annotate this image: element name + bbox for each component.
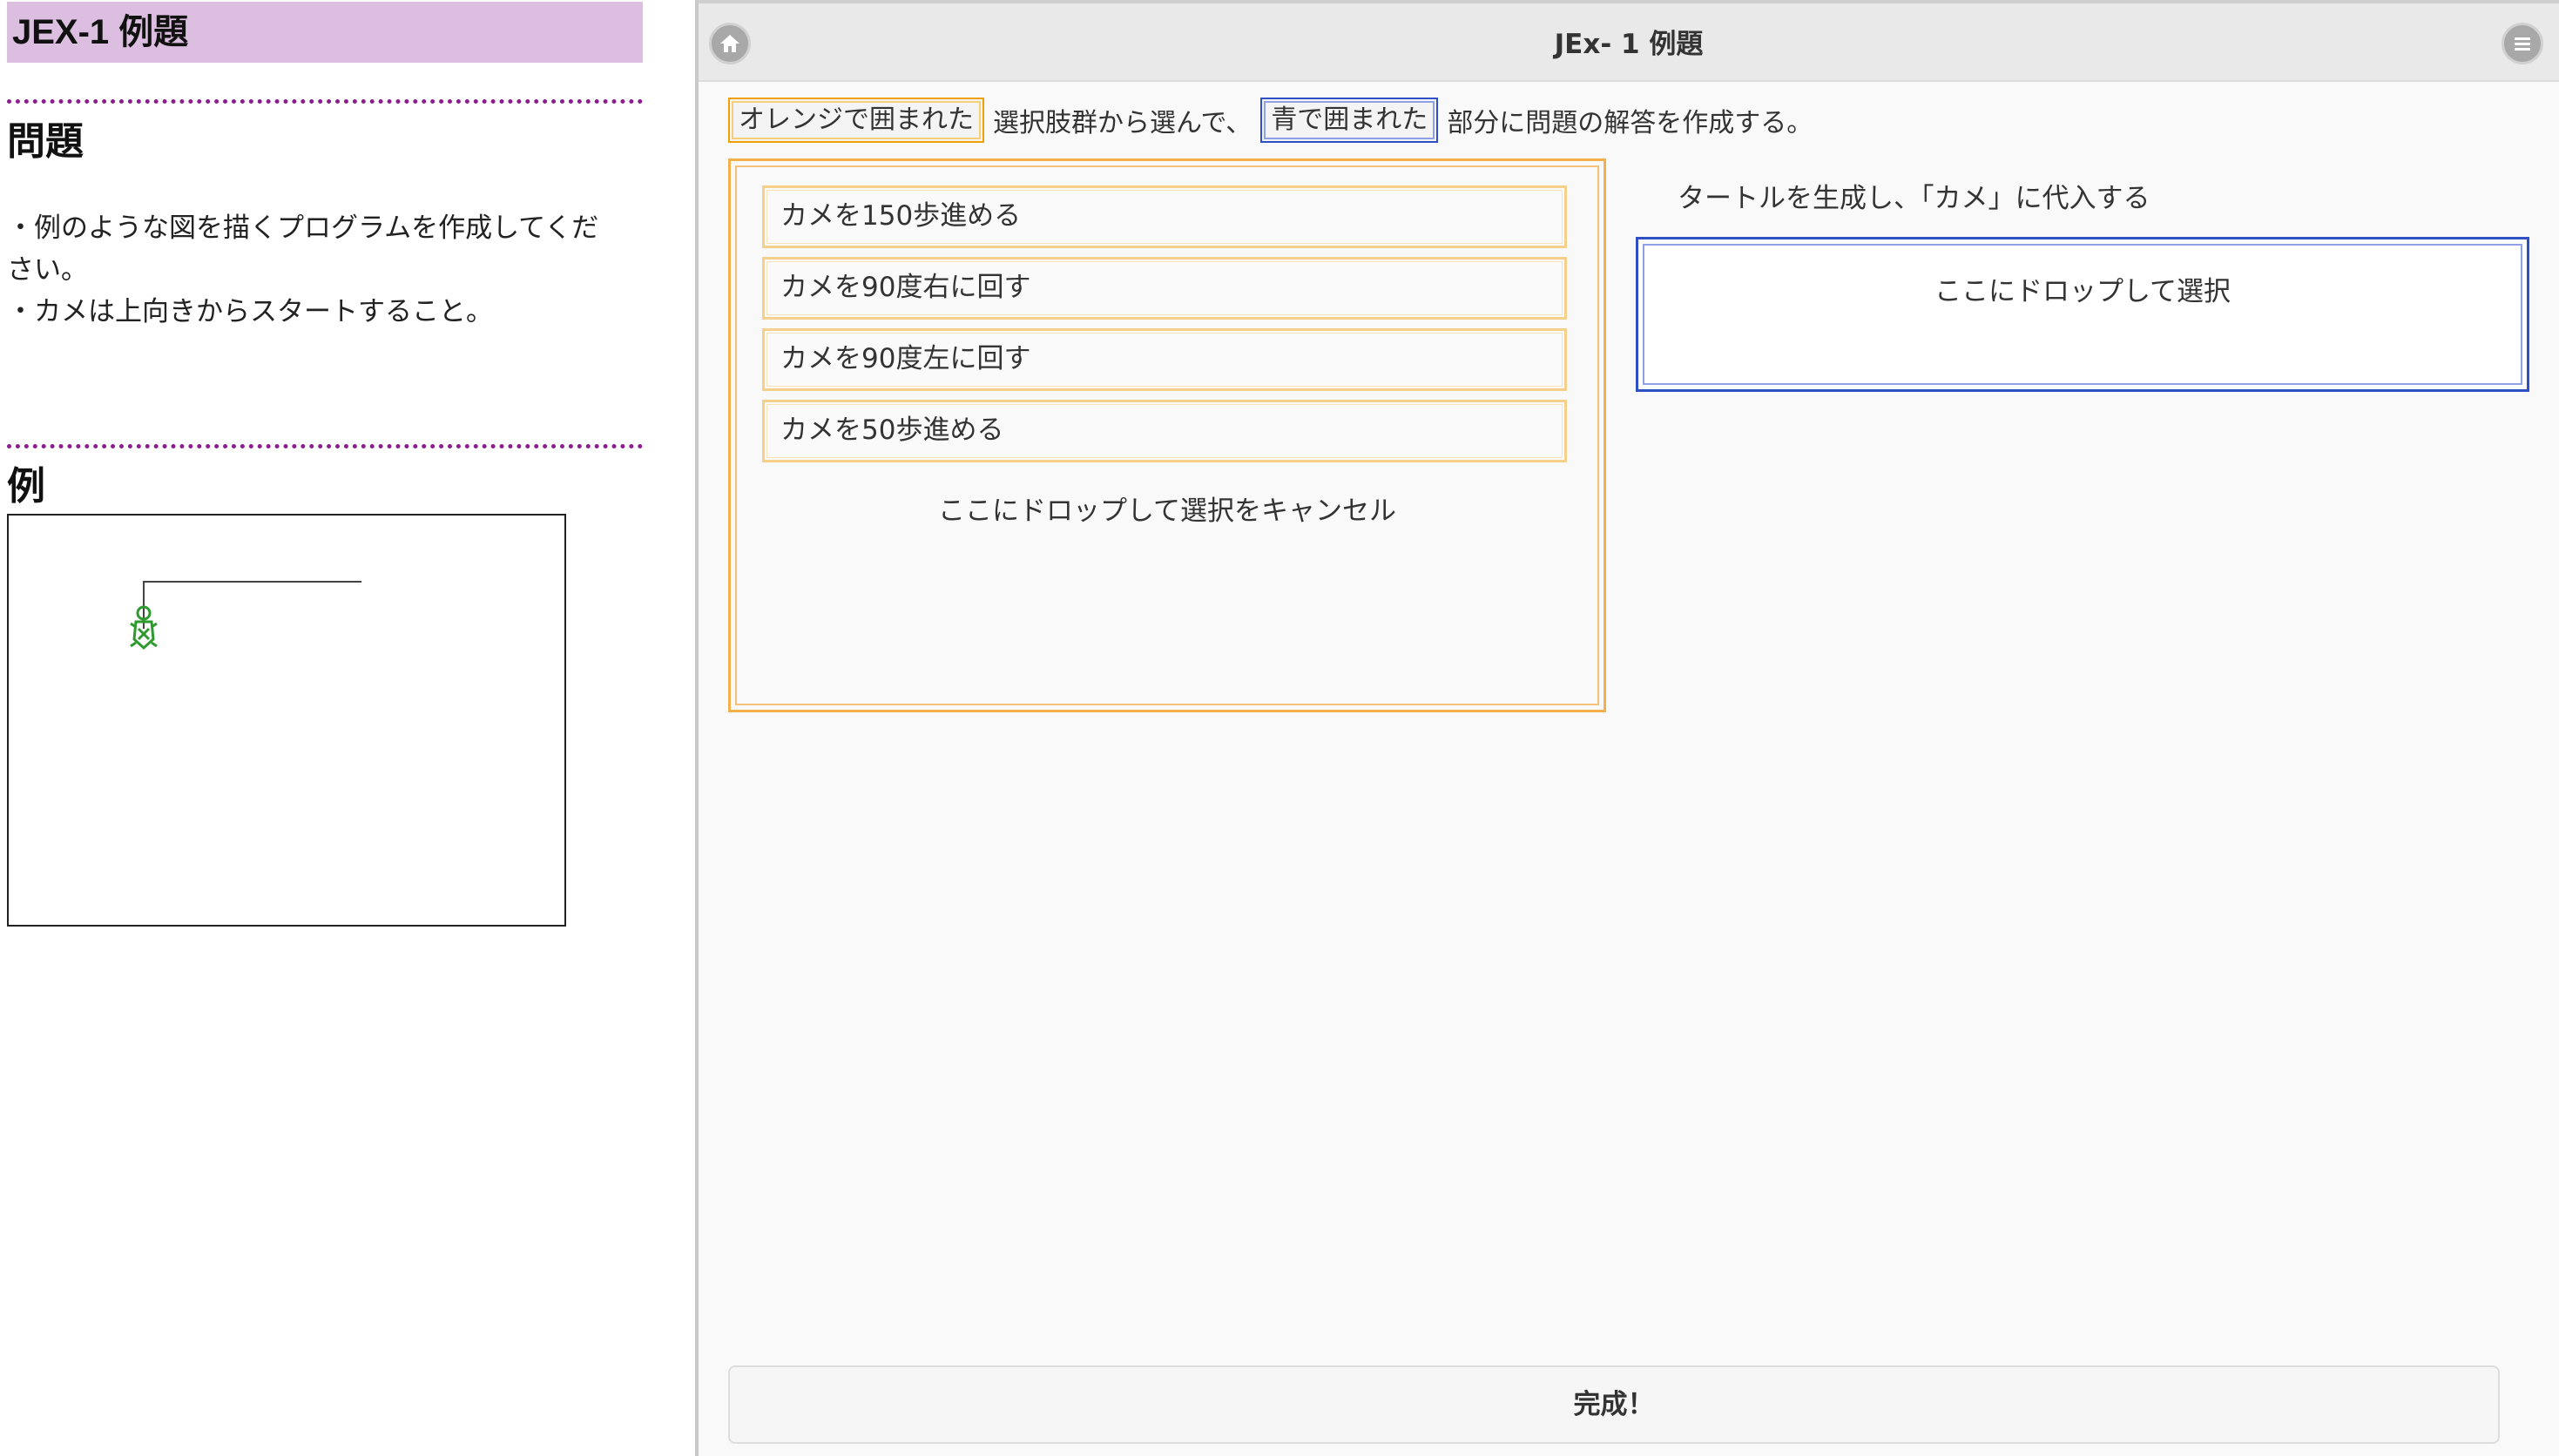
choice-item[interactable]: カメを50歩進める (762, 400, 1567, 462)
home-icon (720, 35, 739, 52)
problem-line: さい。 (7, 254, 88, 286)
problem-heading: 問題 (7, 120, 84, 163)
instructions-panel: JEX-1 例題 問題 ・例のような図を描くプログラムを作成してくだ さい。 ・… (0, 0, 695, 1456)
orange-tag-label: オレンジで囲まれた (728, 98, 984, 143)
menu-button[interactable] (2502, 23, 2543, 64)
problem-line: ・カメは上向きからスタートすること。 (7, 296, 493, 327)
menu-icon (2515, 37, 2530, 51)
instruction-text: 選択肢群から選んで、 (993, 108, 1252, 138)
choice-item[interactable]: カメを150歩進める (762, 185, 1567, 248)
problem-text: ・例のような図を描くプログラムを作成してくだ さい。 ・カメは上向きからスタート… (7, 207, 652, 333)
blue-tag-label: 青で囲まれた (1260, 98, 1439, 143)
step-label: タートルを生成し、「カメ」に代入する (1678, 183, 2151, 214)
turtle-path (143, 581, 361, 629)
instruction-text: 部分に問題の解答を作成する。 (1447, 108, 1813, 138)
cancel-drop-zone[interactable]: ここにドロップして選択をキャンセル (731, 489, 1604, 528)
exercise-title: JEX-1 例題 (7, 2, 643, 63)
page-title: JEx- 1 例題 (1554, 29, 1704, 60)
drop-slot-border (1643, 244, 2522, 385)
complete-button[interactable]: 完成！ (728, 1365, 2500, 1444)
example-heading: 例 (7, 465, 45, 508)
home-button[interactable] (709, 23, 751, 64)
section-separator (7, 99, 643, 104)
answer-drop-slot[interactable]: ここにドロップして選択 (1636, 237, 2529, 392)
app-header: JEx- 1 例題 (699, 0, 2559, 82)
section-separator (7, 444, 643, 448)
example-drawing (130, 581, 361, 650)
drop-slot-text: ここにドロップして選択 (1934, 276, 2232, 307)
choice-item[interactable]: カメを90度左に回す (762, 328, 1567, 391)
choice-pool[interactable]: カメを150歩進める カメを90度右に回す カメを90度左に回す カメを50歩進… (728, 158, 1606, 712)
problem-line: ・例のような図を描くプログラムを作成してくだ (7, 212, 599, 244)
choice-item[interactable]: カメを90度右に回す (762, 257, 1567, 320)
exercise-app: JEx- 1 例題 オレンジで囲まれた 選択肢群から選んで、 青で囲まれた 部分… (695, 0, 2559, 1456)
instruction-line: オレンジで囲まれた 選択肢群から選んで、 青で囲まれた 部分に問題の解答を作成す… (728, 96, 1813, 145)
example-canvas (7, 514, 566, 927)
